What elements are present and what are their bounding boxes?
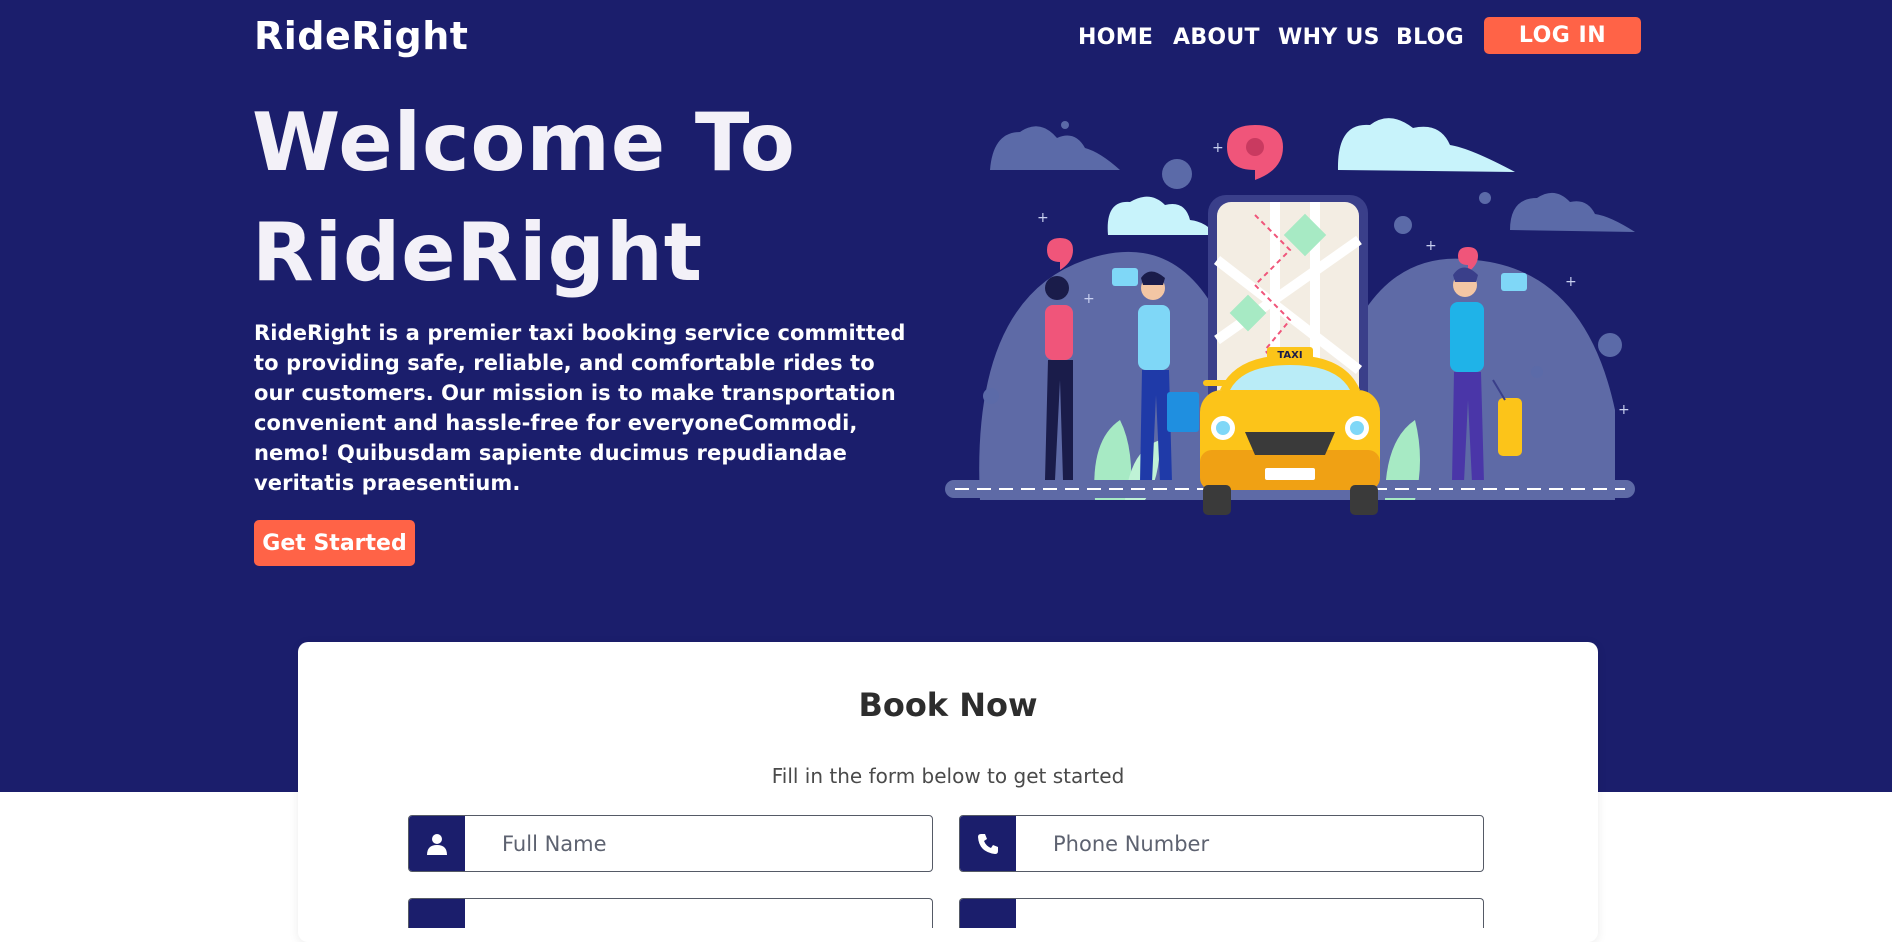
booking-subtitle: Fill in the form below to get started bbox=[771, 764, 1125, 788]
chat-bubble-icon bbox=[1501, 273, 1527, 291]
phone-number-input[interactable] bbox=[1016, 816, 1483, 871]
cloud-shape bbox=[1510, 192, 1635, 232]
full-name-input[interactable] bbox=[465, 816, 932, 871]
decor-dot bbox=[1061, 121, 1069, 129]
chat-bubble-icon bbox=[1112, 268, 1138, 286]
svg-text:+: + bbox=[1618, 402, 1630, 418]
decor-dot bbox=[1162, 159, 1192, 189]
nav-why-us[interactable]: WHY US bbox=[1278, 25, 1380, 50]
decor-dot bbox=[1394, 216, 1412, 234]
cloud-shape bbox=[1337, 118, 1515, 172]
decor-dot bbox=[1531, 366, 1543, 378]
field-icon-box bbox=[409, 899, 465, 928]
next-form-field[interactable] bbox=[959, 898, 1484, 928]
field-icon-box bbox=[960, 899, 1016, 928]
full-name-field bbox=[408, 815, 933, 872]
cloud-shape bbox=[1107, 196, 1215, 235]
decor-dot bbox=[1598, 333, 1622, 357]
cloud-shape bbox=[990, 126, 1120, 170]
get-started-button[interactable]: Get Started bbox=[254, 520, 415, 566]
nav-about[interactable]: ABOUT bbox=[1173, 25, 1260, 50]
nav-blog[interactable]: BLOG bbox=[1396, 25, 1464, 50]
nav-home[interactable]: HOME bbox=[1078, 25, 1153, 50]
booking-card: Book Now Fill in the form below to get s… bbox=[298, 642, 1598, 942]
svg-text:+: + bbox=[1083, 291, 1095, 307]
booking-title: Book Now bbox=[858, 686, 1038, 724]
hero-title-line-2: RideRight bbox=[252, 206, 704, 299]
map-pin-icon bbox=[1047, 238, 1073, 270]
hero-description: RideRight is a premier taxi booking serv… bbox=[254, 321, 906, 495]
main-nav: HOME ABOUT WHY US BLOG LOG IN bbox=[0, 17, 1892, 57]
taxi-sign-text: TAXI bbox=[1277, 350, 1302, 361]
phone-number-field bbox=[959, 815, 1484, 872]
hero-title-line-1: Welcome To bbox=[252, 96, 796, 189]
user-icon bbox=[409, 816, 465, 871]
phone-icon bbox=[960, 816, 1016, 871]
login-button[interactable]: LOG IN bbox=[1484, 17, 1641, 54]
hero-title: Welcome To RideRight bbox=[252, 88, 952, 308]
svg-text:+: + bbox=[1212, 140, 1224, 156]
next-form-field[interactable] bbox=[408, 898, 933, 928]
decor-dot bbox=[983, 388, 999, 404]
taxi-illustration: + + + + + + TAXI bbox=[945, 118, 1635, 515]
decor-dot bbox=[1479, 192, 1491, 204]
svg-text:+: + bbox=[1565, 274, 1577, 290]
svg-text:+: + bbox=[1037, 210, 1049, 226]
svg-text:+: + bbox=[1425, 238, 1437, 254]
